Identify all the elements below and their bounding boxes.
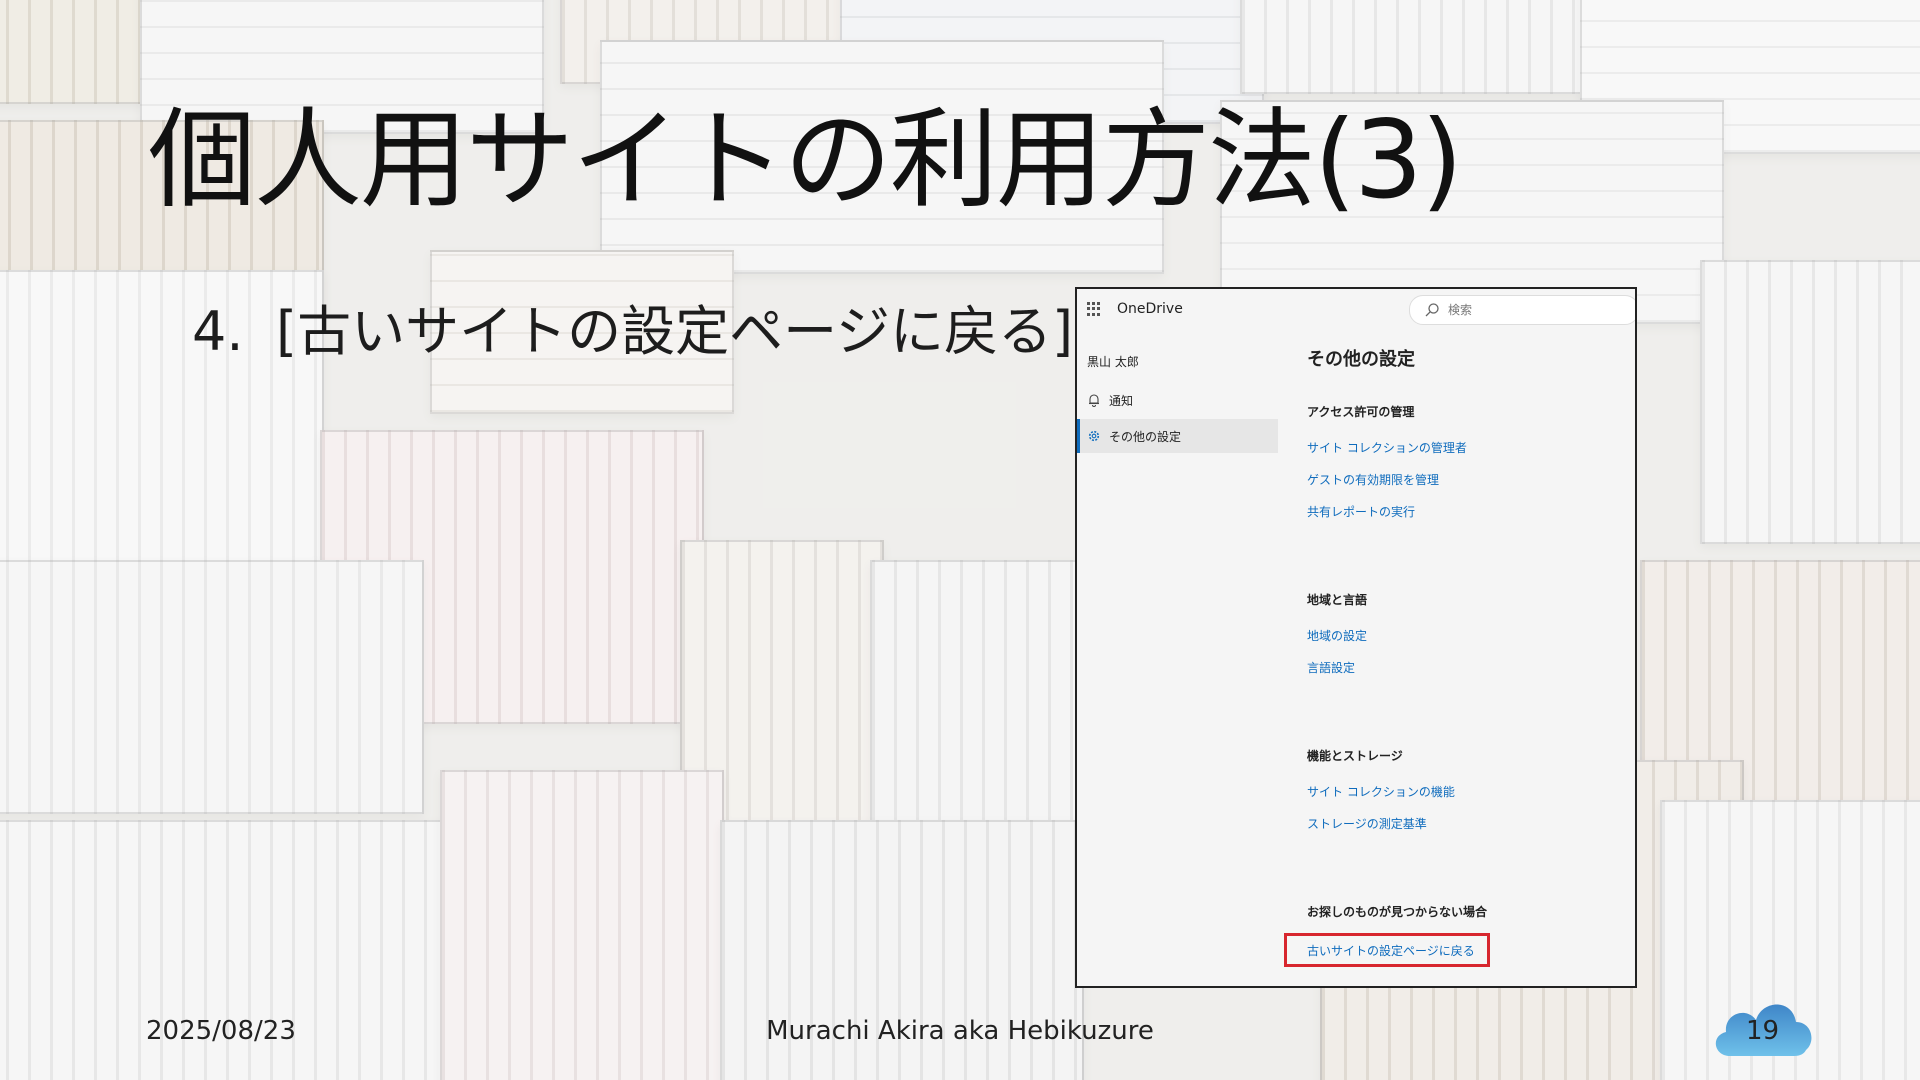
search-icon [1425,303,1439,317]
step-number: 4. [192,300,244,363]
highlight-box [1284,933,1490,967]
nav-item-other-settings[interactable]: その他の設定 [1077,419,1278,453]
link-regional-settings[interactable]: 地域の設定 [1307,627,1367,644]
link-guest-expiration[interactable]: ゲストの有効期限を管理 [1307,471,1439,488]
bell-icon [1089,394,1099,407]
link-language-settings[interactable]: 言語設定 [1307,659,1355,676]
section-title-not-found: お探しのものが見つからない場合 [1307,905,1488,919]
footer-author: Murachi Akira aka Hebikuzure [766,1016,1154,1046]
nav-item-label: 通知 [1109,393,1134,408]
section-title-permissions: アクセス許可の管理 [1307,405,1415,419]
step-text: [古いサイトの設定ページに戻る] [276,300,1074,363]
settings-heading: その他の設定 [1307,349,1415,370]
link-site-collection-admins[interactable]: サイト コレクションの管理者 [1307,439,1467,456]
app-launcher-icon[interactable] [1087,302,1101,316]
nav-item-label: その他の設定 [1109,429,1182,444]
page-number: 19 [1746,1016,1780,1046]
link-sharing-report[interactable]: 共有レポートの実行 [1307,503,1415,520]
gear-icon [1088,430,1100,442]
nav-item-notifications[interactable]: 通知 [1077,383,1275,417]
step-instruction: 4. [古いサイトの設定ページに戻る] [192,300,1073,365]
section-title-region-language: 地域と言語 [1307,593,1368,607]
app-bar: OneDrive [1077,289,1635,329]
slide-title: 個人用サイトの利用方法(3) [148,98,1463,223]
link-site-collection-features[interactable]: サイト コレクションの機能 [1307,783,1455,800]
app-name[interactable]: OneDrive [1117,301,1183,317]
user-name: 黒山 太郎 [1087,355,1139,369]
search-box[interactable] [1409,295,1635,325]
section-title-features-storage: 機能とストレージ [1307,749,1403,763]
link-storage-metrics[interactable]: ストレージの測定基準 [1307,815,1427,832]
search-input[interactable] [1446,302,1620,318]
onedrive-screenshot: OneDrive 黒山 太郎 通知 その他の設定 その他の設定 アクセス許可の管… [1075,287,1637,988]
